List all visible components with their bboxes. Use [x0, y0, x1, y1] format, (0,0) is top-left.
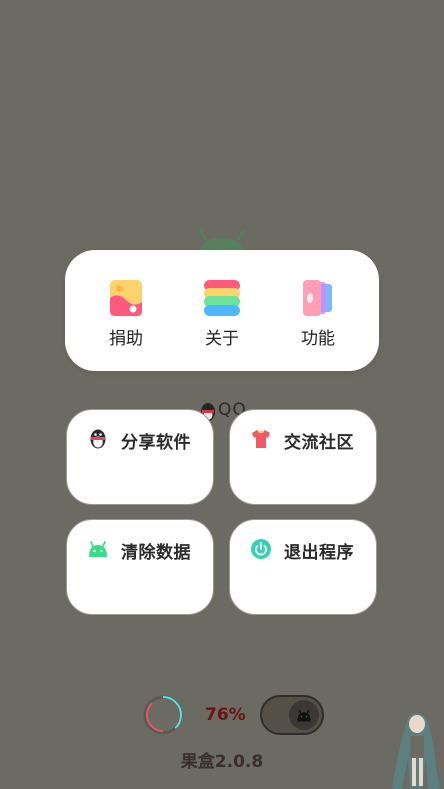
- about-label: 关于: [205, 329, 239, 349]
- features-icon: [303, 280, 332, 316]
- donate-button[interactable]: 捐助: [86, 278, 166, 349]
- android-icon: [297, 709, 311, 722]
- power-icon: [251, 539, 271, 559]
- mode-toggle[interactable]: [260, 695, 324, 735]
- features-label: 功能: [301, 329, 335, 349]
- exit-program-card[interactable]: 退出程序: [229, 519, 377, 615]
- share-software-label: 分享软件: [121, 433, 191, 453]
- progress-ring: [143, 695, 183, 735]
- android-icon: [89, 541, 107, 557]
- top-menu-card: 捐助 关于 功能: [65, 250, 379, 371]
- anime-character-figure: [392, 713, 440, 789]
- features-button[interactable]: 功能: [278, 278, 358, 349]
- exit-program-label: 退出程序: [284, 543, 354, 563]
- clear-data-card[interactable]: 清除数据: [66, 519, 214, 615]
- donate-icon: [110, 280, 142, 316]
- share-software-card[interactable]: 分享软件: [66, 409, 214, 505]
- about-button[interactable]: 关于: [182, 278, 262, 349]
- app-version: 果盒2.0.8: [180, 752, 264, 772]
- tshirt-icon: [252, 430, 270, 448]
- community-card[interactable]: 交流社区: [229, 409, 377, 505]
- donate-label: 捐助: [109, 329, 143, 349]
- progress-percent: 76%: [205, 705, 246, 725]
- community-label: 交流社区: [284, 433, 354, 453]
- about-icon: [204, 280, 240, 316]
- qq-penguin-icon: [90, 429, 106, 449]
- toggle-knob[interactable]: [289, 700, 319, 730]
- clear-data-label: 清除数据: [121, 543, 191, 563]
